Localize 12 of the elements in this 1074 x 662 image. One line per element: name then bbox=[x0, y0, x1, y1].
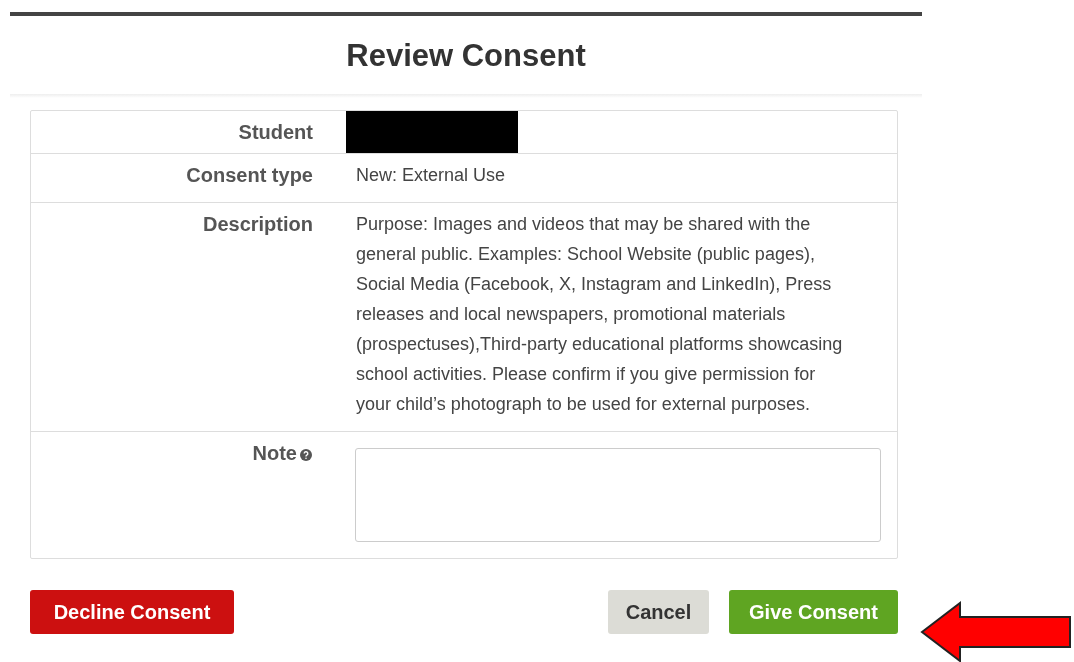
decline-button[interactable]: Decline Consent bbox=[30, 590, 234, 634]
field-label: Student bbox=[238, 120, 313, 144]
field-label: Consent type bbox=[186, 163, 313, 187]
field-label: Note bbox=[252, 441, 297, 465]
note-field[interactable] bbox=[355, 448, 881, 542]
help-icon[interactable] bbox=[300, 449, 312, 461]
field-label: Description bbox=[202, 212, 313, 236]
cancel-button[interactable]: Cancel bbox=[608, 590, 709, 634]
modal-title: Review Consent bbox=[345, 37, 587, 75]
field-value: Purpose: Images and videos that may be shared with the general public. Examples: School Website (public pages), Social Media (Facebook, X, Instagram and LinkedIn), Press releases and local newspapers, promotional materials (prospectuses),Third-party educational platforms showcasing school activities. Please confirm if you give permission for your child’s photograph to be used for external purposes. bbox=[356, 213, 844, 416]
field-value: New: External Use bbox=[356, 164, 507, 187]
give-consent-button[interactable]: Give Consent bbox=[729, 590, 898, 634]
